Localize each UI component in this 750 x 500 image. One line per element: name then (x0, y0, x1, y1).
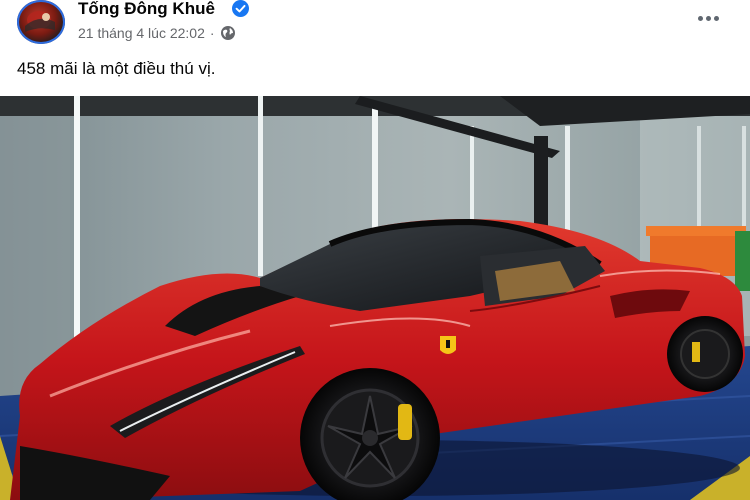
more-options-icon (705, 15, 711, 21)
post-header: Tống Đông Khuê 21 tháng 4 lúc 22:02 · (0, 0, 750, 50)
post-photo[interactable] (0, 96, 750, 500)
author-name[interactable]: Tống Đông Khuê (78, 0, 215, 19)
verified-badge-icon (232, 0, 249, 17)
meta-separator: · (209, 25, 215, 41)
ferrari-photo (0, 96, 750, 500)
post-timestamp[interactable]: 21 tháng 4 lúc 22:02 (78, 25, 205, 41)
post-caption: 458 mãi là một điều thú vị. (17, 59, 216, 78)
post-meta: 21 tháng 4 lúc 22:02 · (78, 25, 236, 41)
more-options-icon (713, 15, 719, 21)
globe-icon[interactable] (220, 25, 236, 41)
more-options-icon (697, 15, 703, 21)
avatar[interactable] (17, 0, 65, 44)
more-options-button[interactable] (692, 4, 724, 32)
